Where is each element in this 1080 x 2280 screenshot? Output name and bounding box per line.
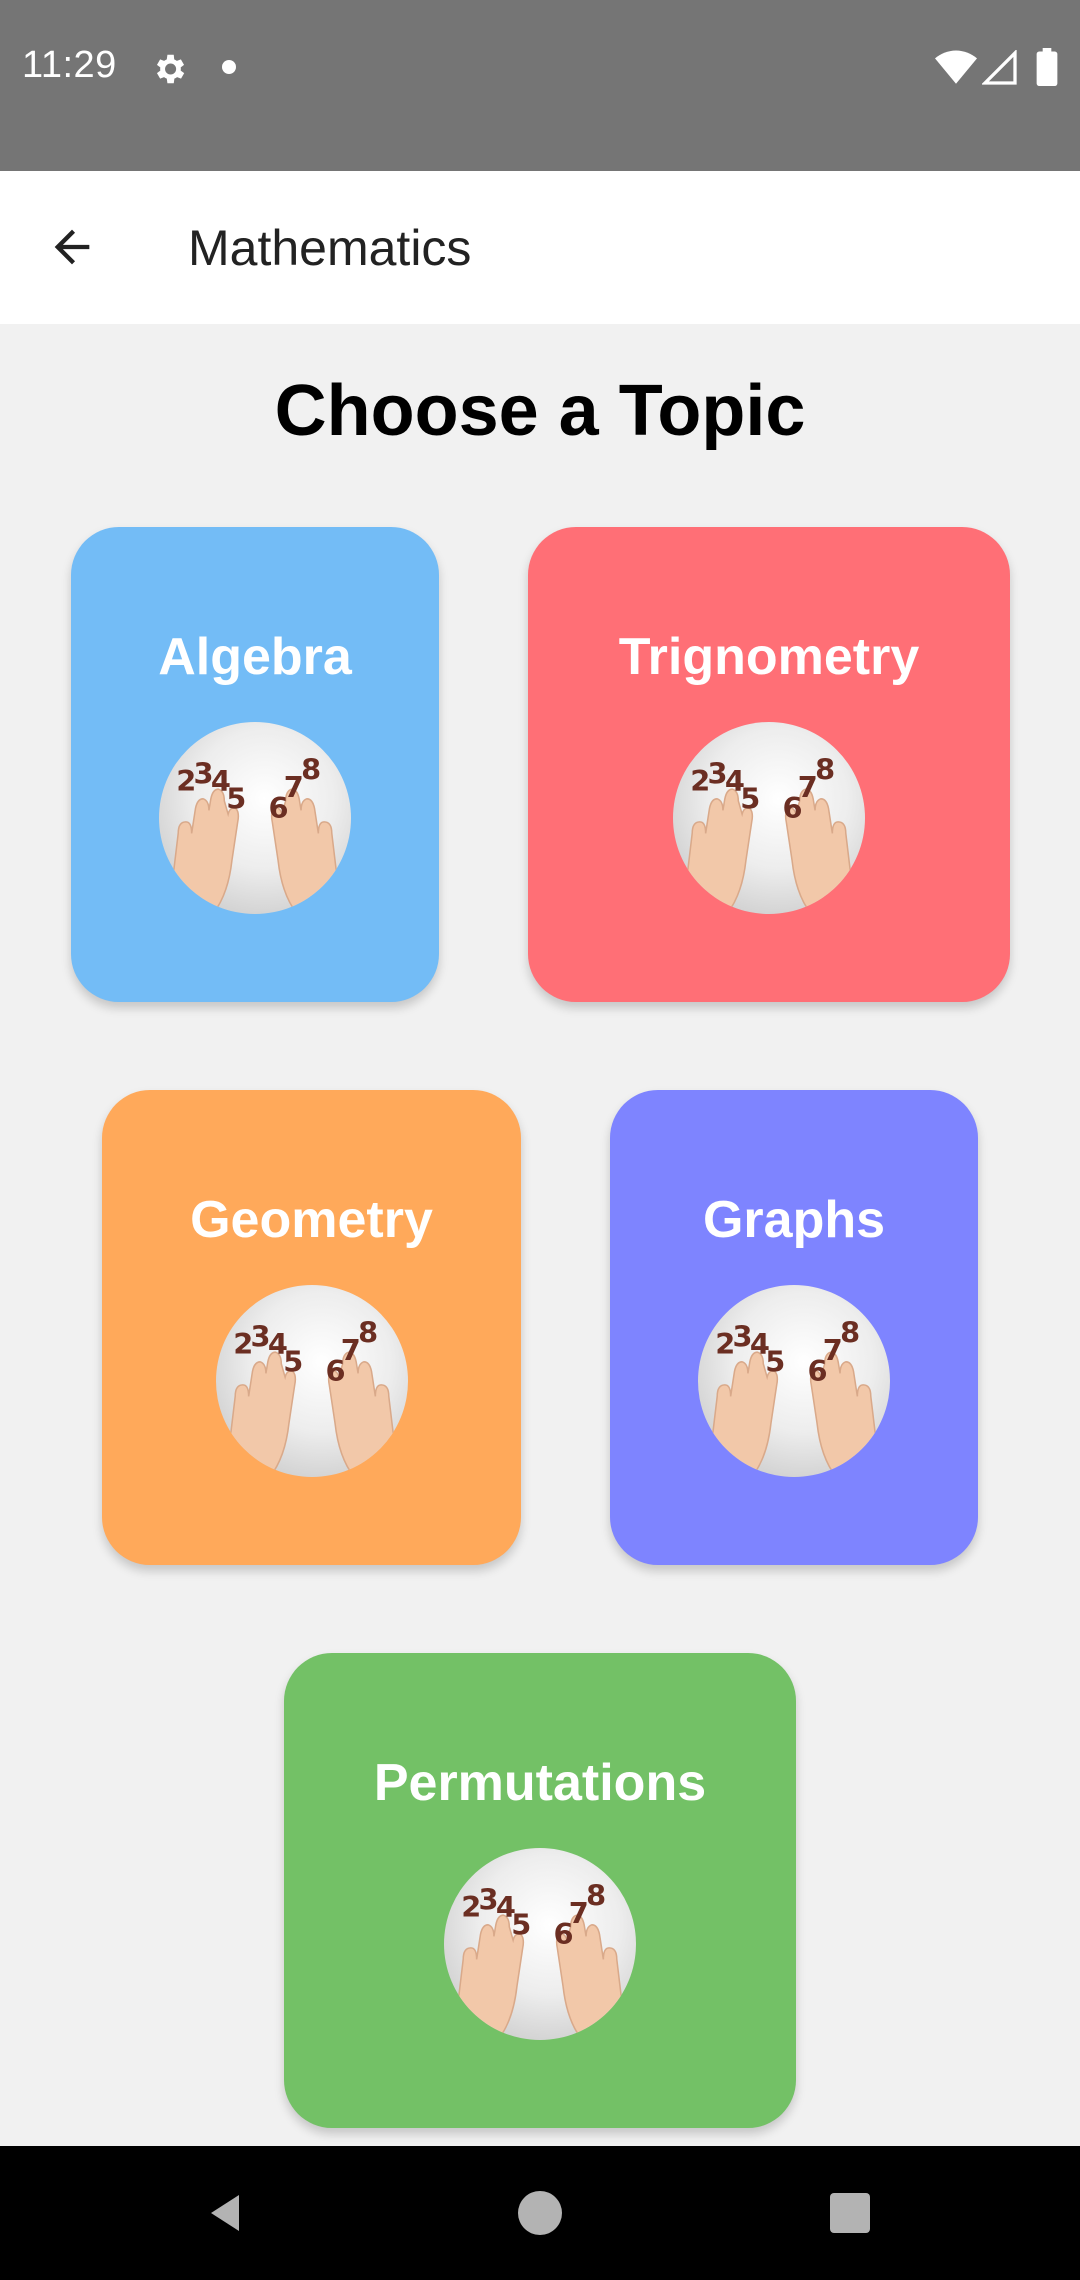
arrow-left-icon	[54, 229, 90, 265]
svg-text:8: 8	[815, 753, 835, 787]
status-time: 11:29	[22, 44, 117, 86]
topic-card-permutations[interactable]: Permutations 2 3 4 5 6 7 8	[284, 1653, 796, 2128]
topic-card-geometry[interactable]: Geometry 2 3 4 5 6 7 8	[102, 1090, 521, 1565]
wifi-icon	[935, 50, 977, 86]
counting-hands-image: 2 3 4 5 6 7 8	[215, 1285, 408, 1477]
counting-hands-icon: 2 3 4 5 6 7 8	[167, 753, 343, 914]
svg-text:8: 8	[358, 1316, 378, 1350]
svg-text:5: 5	[511, 1907, 531, 1941]
topic-label: Graphs	[702, 1191, 886, 1249]
counting-hands-image: 2 3 4 5 6 7 8	[159, 722, 351, 914]
counting-hands-icon: 2 3 4 5 6 7 8	[681, 753, 857, 914]
page-heading: Choose a Topic	[274, 371, 806, 451]
counting-hands-image: 2 3 4 5 6 7 8	[444, 1848, 636, 2040]
notification-dot-icon	[222, 60, 236, 74]
app-screen: 11:29 Mathematics Choose a Topic Algebra…	[0, 0, 1080, 2280]
topic-label: Trignometry	[618, 628, 920, 686]
topic-card-algebra[interactable]: Algebra 2 3 4 5 6 7 8	[71, 527, 439, 1002]
nav-home-icon[interactable]	[518, 2191, 562, 2235]
svg-text:8: 8	[301, 753, 321, 787]
counting-hands-icon: 2 3 4 5 6 7 8	[706, 1316, 882, 1477]
back-button[interactable]	[36, 211, 108, 283]
svg-text:8: 8	[840, 1316, 860, 1350]
status-bar: 11:29	[0, 0, 1080, 171]
counting-hands-image: 2 3 4 5 6 7 8	[673, 722, 865, 914]
svg-text:5: 5	[740, 781, 760, 815]
app-bar: Mathematics	[0, 171, 1080, 324]
topic-label: Geometry	[190, 1191, 433, 1249]
counting-hands-icon: 2 3 4 5 6 7 8	[452, 1879, 628, 2040]
counting-hands-image: 2 3 4 5 6 7 8	[698, 1285, 890, 1477]
topic-card-trignometry[interactable]: Trignometry 2 3 4 5 6 7 8	[528, 527, 1010, 1002]
svg-text:5: 5	[283, 1344, 303, 1378]
svg-text:5: 5	[765, 1344, 785, 1378]
app-title: Mathematics	[188, 220, 472, 276]
svg-text:8: 8	[586, 1879, 606, 1913]
signal-icon	[981, 49, 1018, 86]
nav-recents-icon[interactable]	[830, 2193, 870, 2233]
topic-label: Algebra	[158, 628, 352, 686]
battery-icon	[1036, 48, 1058, 86]
counting-hands-icon: 2 3 4 5 6 7 8	[224, 1316, 399, 1477]
svg-text:5: 5	[226, 781, 246, 815]
system-nav-bar	[0, 2146, 1080, 2280]
topic-card-graphs[interactable]: Graphs 2 3 4 5 6 7 8	[610, 1090, 978, 1565]
gear-icon	[150, 50, 188, 88]
nav-back-icon[interactable]	[203, 2189, 251, 2237]
topic-label: Permutations	[373, 1754, 707, 1812]
